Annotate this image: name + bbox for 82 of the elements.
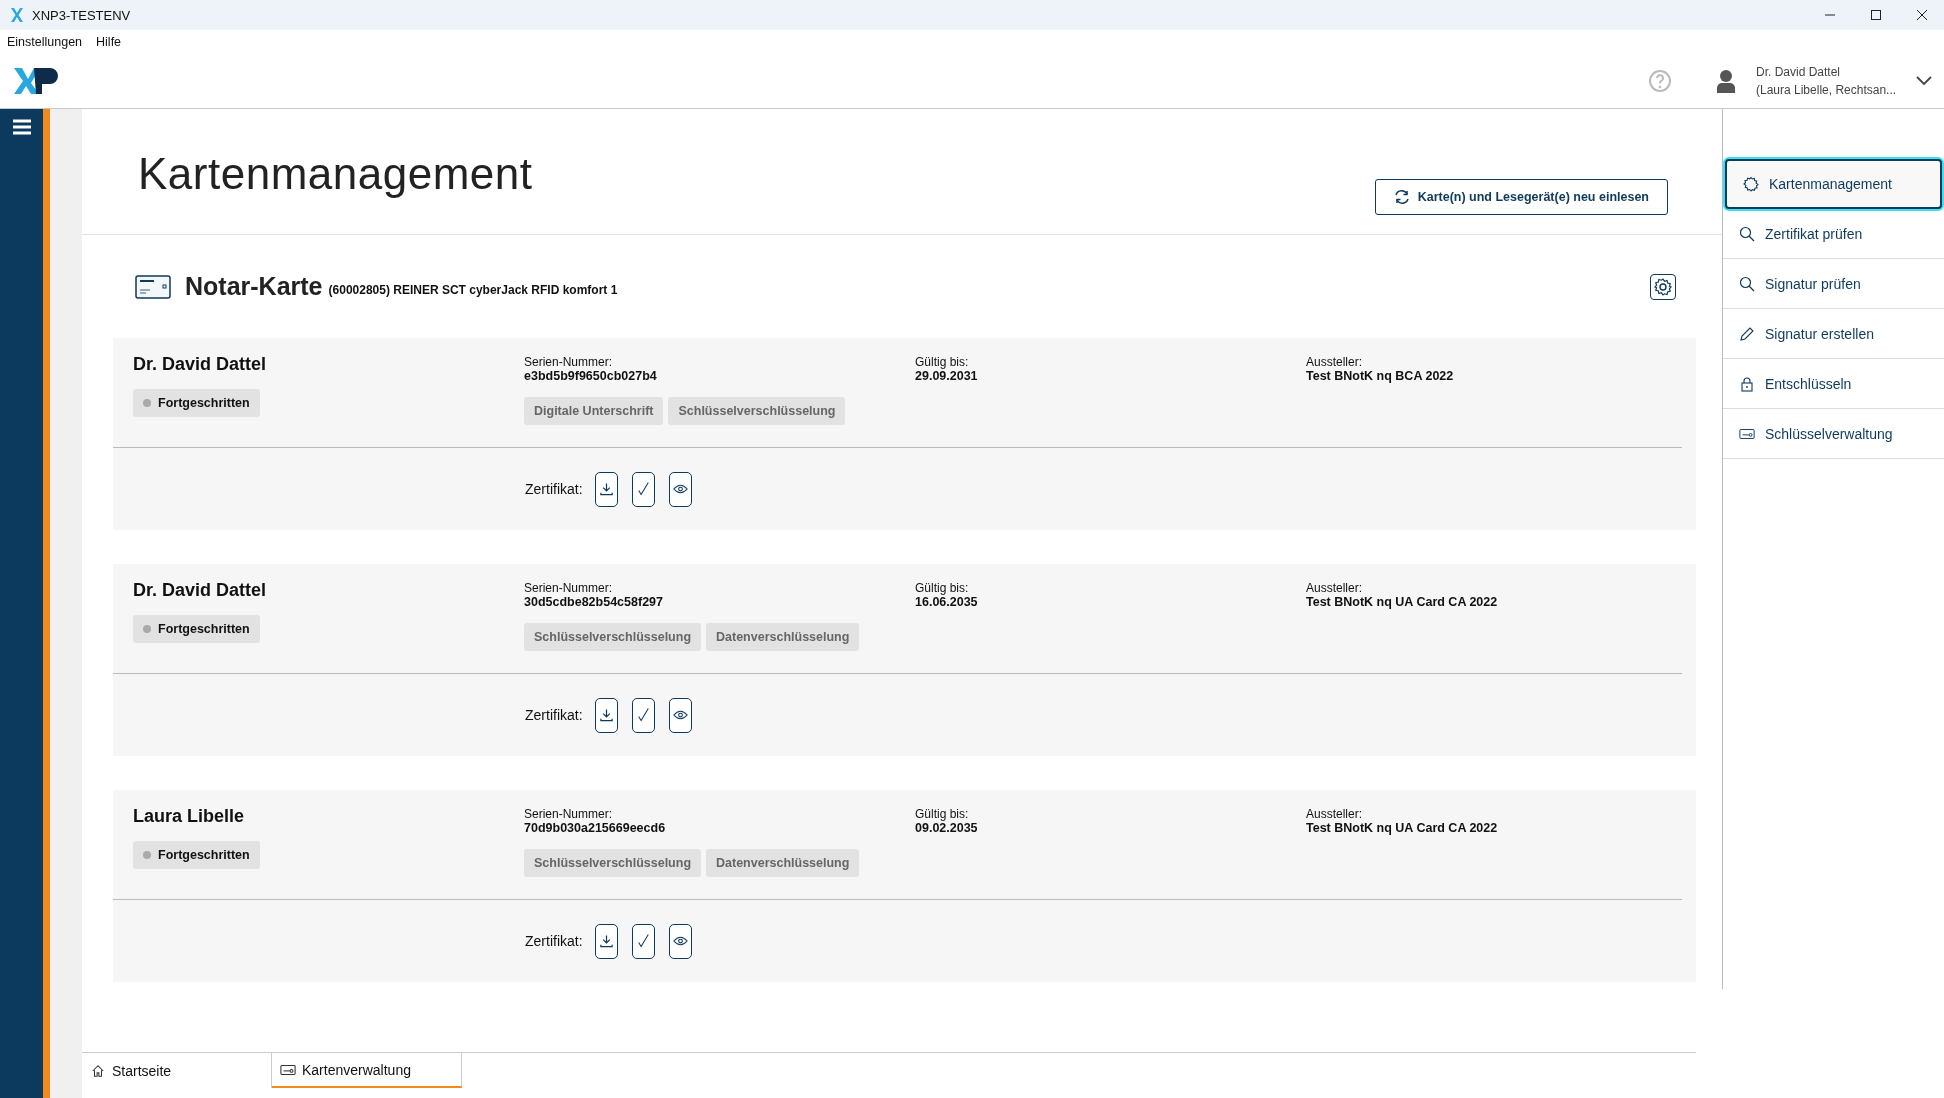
sidebar-item[interactable]: Kartenmanagement bbox=[1725, 159, 1942, 209]
search-icon bbox=[1739, 225, 1755, 242]
view-button[interactable] bbox=[668, 923, 692, 959]
usage-tag: Datenverschlüsselung bbox=[706, 849, 860, 877]
usage-tag: Schlüsselverschlüsselung bbox=[668, 397, 846, 425]
usage-tag: Schlüsselverschlüsselung bbox=[524, 623, 701, 651]
serial-label: Serien-Nummer: bbox=[524, 581, 613, 595]
serial-number: 30d5cdbe82b54c58f297 bbox=[524, 595, 663, 609]
issuer-name: Test BNotK nq UA Card CA 2022 bbox=[1306, 595, 1498, 609]
valid-label: Gültig bis: bbox=[915, 807, 969, 821]
settings-button[interactable] bbox=[1650, 273, 1676, 300]
certificate-label: Zertifikat: bbox=[525, 707, 583, 723]
download-icon bbox=[598, 933, 614, 949]
close-icon[interactable] bbox=[1916, 9, 1928, 21]
issuer-label: Aussteller: bbox=[1306, 807, 1363, 821]
level-badge: Fortgeschritten bbox=[133, 841, 260, 869]
download-button[interactable] bbox=[594, 923, 618, 959]
valid-date: 16.06.2035 bbox=[915, 595, 978, 609]
download-icon bbox=[598, 707, 614, 723]
key-card-icon bbox=[280, 1062, 296, 1077]
menu-item[interactable]: Einstellungen bbox=[7, 35, 83, 49]
window-title: XNP3-TESTENV bbox=[32, 7, 131, 23]
issuer-label: Aussteller: bbox=[1306, 581, 1363, 595]
menu-item[interactable]: Hilfe bbox=[96, 35, 122, 49]
refresh-icon bbox=[1393, 190, 1410, 204]
usage-tag: Datenverschlüsselung bbox=[706, 623, 860, 651]
card-icon bbox=[135, 274, 171, 299]
chevron-down-icon[interactable] bbox=[1916, 76, 1932, 86]
usage-tag: Schlüsselverschlüsselung bbox=[524, 849, 701, 877]
serial-number: 70d9b030a215669eecd6 bbox=[524, 821, 666, 835]
home-icon bbox=[90, 1063, 106, 1078]
valid-date: 09.02.2035 bbox=[915, 821, 978, 835]
checkmark-icon bbox=[635, 707, 651, 723]
checkmark-icon bbox=[635, 933, 651, 949]
serial-label: Serien-Nummer: bbox=[524, 355, 613, 369]
menu-icon[interactable] bbox=[12, 119, 31, 135]
certificate-holder: Laura Libelle bbox=[133, 806, 245, 827]
card-title: Notar-Karte bbox=[185, 272, 323, 301]
search-icon bbox=[1739, 275, 1755, 292]
serial-label: Serien-Nummer: bbox=[524, 807, 613, 821]
maximize-icon[interactable] bbox=[1870, 9, 1882, 21]
page-title: Kartenmanagement bbox=[138, 149, 533, 199]
sidebar-item[interactable]: Signatur prüfen bbox=[1723, 259, 1944, 309]
issuer-name: Test BNotK nq BCA 2022 bbox=[1306, 369, 1454, 383]
sidebar-item[interactable]: Zertifikat prüfen bbox=[1723, 209, 1944, 259]
download-icon bbox=[598, 481, 614, 497]
view-button[interactable] bbox=[668, 697, 692, 733]
app-logo-icon bbox=[10, 7, 24, 23]
sidebar-item[interactable]: Signatur erstellen bbox=[1723, 309, 1944, 359]
card-subtitle: (60002805) REINER SCT cyberJack RFID komfort 1 bbox=[328, 282, 618, 297]
certificate-holder: Dr. David Dattel bbox=[133, 580, 267, 601]
level-badge: Fortgeschritten bbox=[133, 615, 260, 643]
valid-label: Gültig bis: bbox=[915, 581, 969, 595]
serial-number: e3bd5b9f9650cb027b4 bbox=[524, 369, 657, 383]
pencil-icon bbox=[1739, 325, 1755, 342]
user-name: Dr. David Dattel bbox=[1756, 65, 1842, 79]
lock-icon bbox=[1739, 375, 1755, 392]
valid-date: 29.09.2031 bbox=[915, 369, 978, 383]
verify-button[interactable] bbox=[631, 471, 655, 507]
refresh-button[interactable]: Karte(n) und Lesegerät(e) neu einlesen bbox=[1374, 179, 1668, 215]
issuer-name: Test BNotK nq UA Card CA 2022 bbox=[1306, 821, 1498, 835]
sidebar-item[interactable]: Schlüsselverwaltung bbox=[1723, 409, 1944, 459]
bottom-tab[interactable]: Kartenverwaltung bbox=[272, 1052, 462, 1088]
certificate-label: Zertifikat: bbox=[525, 933, 583, 949]
view-button[interactable] bbox=[668, 471, 692, 507]
certificate-holder: Dr. David Dattel bbox=[133, 354, 267, 375]
gear-icon bbox=[1743, 176, 1759, 192]
user-icon bbox=[1716, 69, 1736, 93]
verify-button[interactable] bbox=[631, 697, 655, 733]
sidebar-item[interactable]: Entschlüsseln bbox=[1723, 359, 1944, 409]
checkmark-icon bbox=[635, 481, 651, 497]
download-button[interactable] bbox=[594, 697, 618, 733]
valid-label: Gültig bis: bbox=[915, 355, 969, 369]
user-subtitle: (Laura Libelle, Rechtsan... bbox=[1756, 83, 1898, 97]
issuer-label: Aussteller: bbox=[1306, 355, 1363, 369]
usage-tag: Digitale Unterschrift bbox=[524, 397, 664, 425]
level-badge: Fortgeschritten bbox=[133, 389, 260, 417]
bottom-tab[interactable]: Startseite bbox=[82, 1052, 272, 1088]
download-button[interactable] bbox=[594, 471, 618, 507]
settings-icon bbox=[1653, 276, 1673, 297]
certificate-label: Zertifikat: bbox=[525, 481, 583, 497]
verify-button[interactable] bbox=[631, 923, 655, 959]
